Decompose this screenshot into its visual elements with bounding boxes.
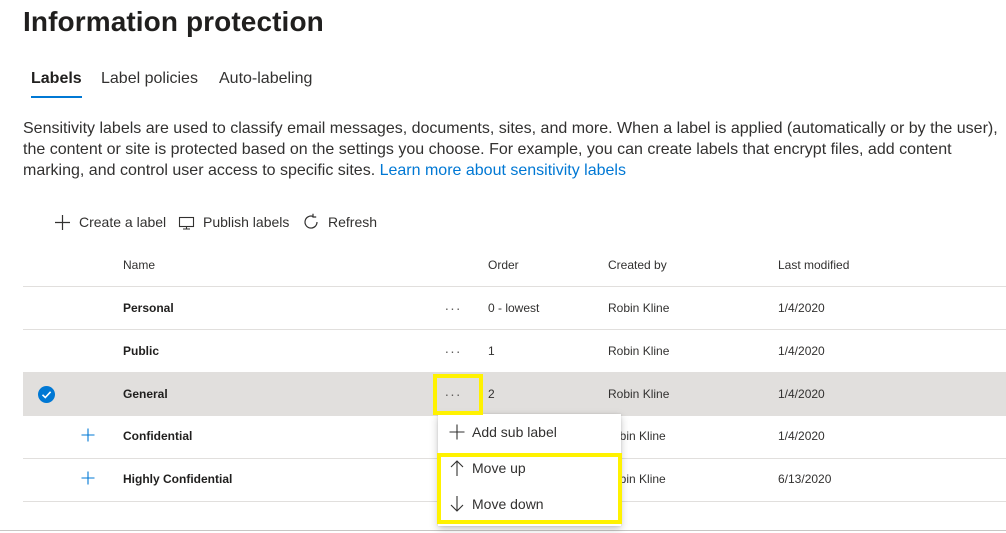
row-checkbox[interactable] — [38, 386, 55, 403]
add-sub-label-menu-item[interactable]: Add sub label — [438, 414, 621, 450]
label-name: General — [123, 387, 168, 401]
label-created-by: Robin Kline — [608, 387, 670, 401]
label-last-modified: 1/4/2020 — [778, 429, 825, 443]
plus-icon — [55, 214, 70, 230]
column-header-name[interactable]: Name — [123, 258, 155, 272]
table-row-selected[interactable]: General ··· 2 Robin Kline 1/4/2020 — [23, 373, 1006, 415]
create-label-text: Create a label — [79, 214, 167, 230]
label-created-by: Robin Kline — [608, 301, 670, 315]
move-down-text: Move down — [472, 496, 544, 512]
publish-icon — [178, 216, 195, 230]
label-created-by: Robin Kline — [608, 344, 670, 358]
publish-labels-text: Publish labels — [203, 214, 290, 230]
refresh-icon — [304, 213, 318, 229]
column-header-created-by[interactable]: Created by — [608, 258, 667, 272]
learn-more-link[interactable]: Learn more about sensitivity labels — [380, 162, 626, 179]
refresh-button[interactable]: Refresh — [302, 210, 377, 234]
tab-auto-labeling[interactable]: Auto-labeling — [219, 70, 312, 88]
move-up-text: Move up — [472, 460, 526, 476]
page-title: Information protection — [23, 6, 324, 37]
create-label-button[interactable]: Create a label — [54, 210, 166, 234]
label-last-modified: 6/13/2020 — [778, 472, 832, 486]
more-options-button[interactable]: ··· — [443, 330, 463, 372]
label-last-modified: 1/4/2020 — [778, 301, 825, 315]
label-last-modified: 1/4/2020 — [778, 344, 825, 358]
label-last-modified: 1/4/2020 — [778, 387, 825, 401]
description: Sensitivity labels are used to classify … — [23, 118, 998, 181]
plus-icon — [449, 424, 465, 440]
label-name: Confidential — [123, 429, 193, 443]
more-options-button[interactable]: ··· — [443, 287, 463, 329]
label-order: 1 — [488, 344, 495, 358]
context-menu: Add sub label Move up Move down — [438, 414, 621, 526]
publish-labels-button[interactable]: Publish labels — [178, 210, 289, 234]
label-order: 2 — [488, 387, 495, 401]
arrow-up-icon — [450, 460, 464, 476]
add-sublabel-icon[interactable] — [80, 470, 96, 486]
move-up-menu-item[interactable]: Move up — [438, 450, 621, 486]
move-down-menu-item[interactable]: Move down — [438, 486, 621, 522]
column-header-order[interactable]: Order — [488, 258, 519, 272]
checkmark-icon — [41, 391, 52, 399]
table-row[interactable]: Personal ··· 0 - lowest Robin Kline 1/4/… — [23, 287, 1006, 329]
tab-labels[interactable]: Labels — [31, 70, 82, 98]
column-header-last-modified[interactable]: Last modified — [778, 258, 849, 272]
tab-label-policies[interactable]: Label policies — [101, 70, 198, 88]
label-name: Highly Confidential — [123, 472, 233, 486]
refresh-text: Refresh — [328, 214, 378, 230]
label-order: 0 - lowest — [488, 301, 540, 315]
add-sub-label-text: Add sub label — [472, 424, 557, 440]
arrow-down-icon — [450, 496, 464, 512]
page-bottom-border — [0, 530, 1006, 531]
add-sublabel-icon[interactable] — [80, 427, 96, 443]
label-name: Public — [123, 344, 160, 358]
more-options-button[interactable]: ··· — [443, 373, 463, 415]
table-row[interactable]: Public ··· 1 Robin Kline 1/4/2020 — [23, 330, 1006, 372]
label-name: Personal — [123, 301, 174, 315]
